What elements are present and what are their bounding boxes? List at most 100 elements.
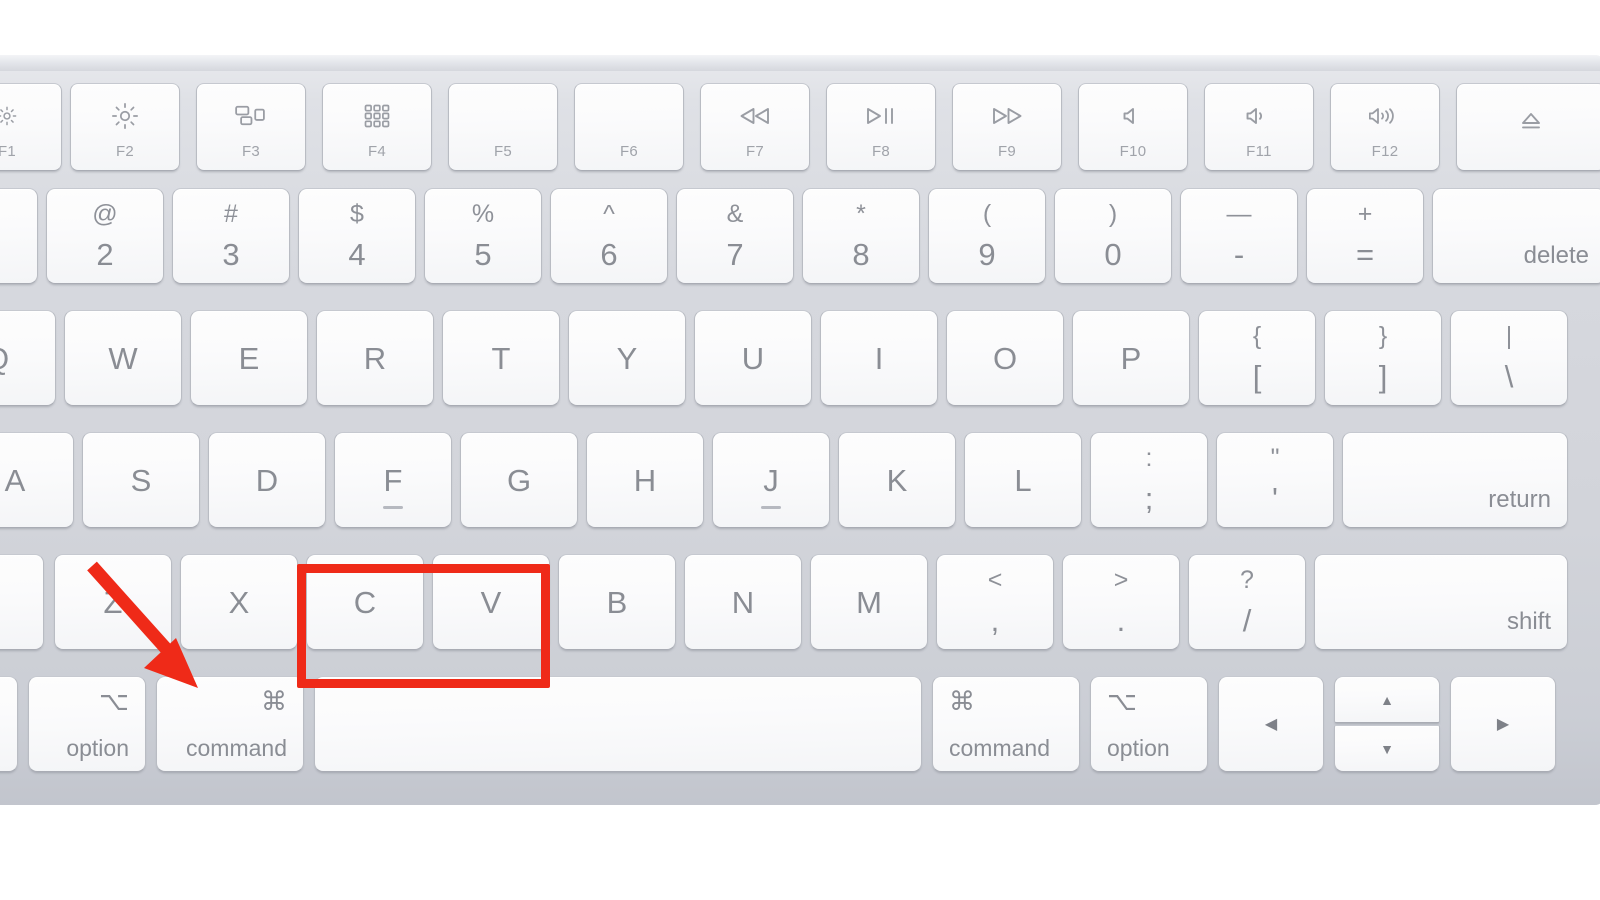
key-left-bracket[interactable]: { [: [1198, 310, 1316, 406]
key-o[interactable]: O: [946, 310, 1064, 406]
key-m[interactable]: M: [810, 554, 928, 650]
key-label-f1: F1: [0, 143, 17, 160]
key-a[interactable]: A: [0, 432, 74, 528]
key-delete[interactable]: delete: [1432, 188, 1600, 284]
command-symbol-icon: ⌘: [949, 686, 975, 716]
key-period[interactable]: > .: [1062, 554, 1180, 650]
key-5[interactable]: % 5: [424, 188, 542, 284]
key-q[interactable]: Q: [0, 310, 56, 406]
key-f6[interactable]: F6: [574, 83, 684, 171]
key-legend-base: [: [1252, 359, 1262, 394]
key-f2[interactable]: F2: [70, 83, 180, 171]
key-g[interactable]: G: [460, 432, 578, 528]
key-legend-base: 4: [348, 237, 366, 272]
key-f1[interactable]: F1: [0, 83, 62, 171]
key-legend: M: [856, 584, 882, 620]
key-8[interactable]: * 8: [802, 188, 920, 284]
key-right-option[interactable]: ⌥ option: [1090, 676, 1208, 772]
key-s[interactable]: S: [82, 432, 200, 528]
key-arrow-down[interactable]: ▼: [1334, 725, 1440, 772]
key-l[interactable]: L: [964, 432, 1082, 528]
key-left-shift[interactable]: [0, 554, 44, 650]
key-legend: E: [238, 340, 260, 376]
key-2[interactable]: @ 2: [46, 188, 164, 284]
key-right-bracket[interactable]: } ]: [1324, 310, 1442, 406]
key-p[interactable]: P: [1072, 310, 1190, 406]
key-comma[interactable]: < ,: [936, 554, 1054, 650]
volume-up-icon: [1331, 101, 1439, 131]
key-4[interactable]: $ 4: [298, 188, 416, 284]
key-minus[interactable]: — -: [1180, 188, 1298, 284]
key-3[interactable]: # 3: [172, 188, 290, 284]
key-k[interactable]: K: [838, 432, 956, 528]
key-legend-shift: ?: [1240, 566, 1254, 594]
key-7[interactable]: & 7: [676, 188, 794, 284]
function-row: F1 F2 F3 F4 F5 F6 F7 F8 F9 F10 F11 F12: [0, 83, 1600, 183]
key-right-command[interactable]: ⌘ command: [932, 676, 1080, 772]
key-arrow-right[interactable]: ▶: [1450, 676, 1556, 772]
key-c[interactable]: C: [306, 554, 424, 650]
key-f9[interactable]: F9: [952, 83, 1062, 171]
key-left-option[interactable]: ⌥ option: [28, 676, 146, 772]
key-x[interactable]: X: [180, 554, 298, 650]
key-f12[interactable]: F12: [1330, 83, 1440, 171]
key-legend: S: [130, 462, 152, 498]
key-arrow-up[interactable]: ▲: [1334, 676, 1440, 723]
key-b[interactable]: B: [558, 554, 676, 650]
key-equals[interactable]: + =: [1306, 188, 1424, 284]
key-y[interactable]: Y: [568, 310, 686, 406]
key-right-shift[interactable]: shift: [1314, 554, 1568, 650]
key-left-command[interactable]: ⌘ command: [156, 676, 304, 772]
key-u[interactable]: U: [694, 310, 812, 406]
key-quote[interactable]: " ': [1216, 432, 1334, 528]
key-f[interactable]: F: [334, 432, 452, 528]
key-space[interactable]: [314, 676, 922, 772]
chassis-bevel: [0, 55, 1600, 71]
key-h[interactable]: H: [586, 432, 704, 528]
key-f5[interactable]: F5: [448, 83, 558, 171]
key-label-f5: F5: [493, 143, 513, 160]
key-label-option: option: [66, 735, 129, 761]
key-label-command: command: [949, 735, 1050, 761]
key-n[interactable]: N: [684, 554, 802, 650]
key-d[interactable]: D: [208, 432, 326, 528]
key-legend: F: [383, 462, 403, 498]
key-e[interactable]: E: [190, 310, 308, 406]
key-9[interactable]: ( 9: [928, 188, 1046, 284]
key-f10[interactable]: F10: [1078, 83, 1188, 171]
key-backslash[interactable]: | \: [1450, 310, 1568, 406]
key-legend-shift: (: [982, 200, 992, 228]
key-z[interactable]: Z: [54, 554, 172, 650]
key-f4[interactable]: F4: [322, 83, 432, 171]
key-slash[interactable]: ? /: [1188, 554, 1306, 650]
key-arrow-left[interactable]: ◀: [1218, 676, 1324, 772]
key-legend: B: [606, 584, 628, 620]
key-f7[interactable]: F7: [700, 83, 810, 171]
key-0[interactable]: ) 0: [1054, 188, 1172, 284]
key-label-f7: F7: [745, 143, 765, 160]
key-r[interactable]: R: [316, 310, 434, 406]
key-legend-base: ,: [990, 603, 1000, 638]
key-eject[interactable]: [1456, 83, 1600, 171]
key-label-return: return: [1488, 486, 1551, 513]
key-v[interactable]: V: [432, 554, 550, 650]
key-control[interactable]: [0, 676, 18, 772]
key-f11[interactable]: F11: [1204, 83, 1314, 171]
key-6[interactable]: ^ 6: [550, 188, 668, 284]
key-legend-base: 9: [978, 237, 996, 272]
key-return[interactable]: return: [1342, 432, 1568, 528]
key-j[interactable]: J: [712, 432, 830, 528]
key-f8[interactable]: F8: [826, 83, 936, 171]
key-legend-shift: @: [92, 200, 118, 228]
key-semicolon[interactable]: : ;: [1090, 432, 1208, 528]
key-legend: W: [108, 340, 138, 376]
key-i[interactable]: I: [820, 310, 938, 406]
key-legend-shift: &: [726, 200, 744, 228]
key-f3[interactable]: F3: [196, 83, 306, 171]
key-1[interactable]: ! 1: [0, 188, 38, 284]
key-legend-shift: *: [856, 200, 866, 228]
key-w[interactable]: W: [64, 310, 182, 406]
key-legend-base: 7: [726, 237, 744, 272]
key-label-option: option: [1107, 735, 1170, 761]
key-t[interactable]: T: [442, 310, 560, 406]
